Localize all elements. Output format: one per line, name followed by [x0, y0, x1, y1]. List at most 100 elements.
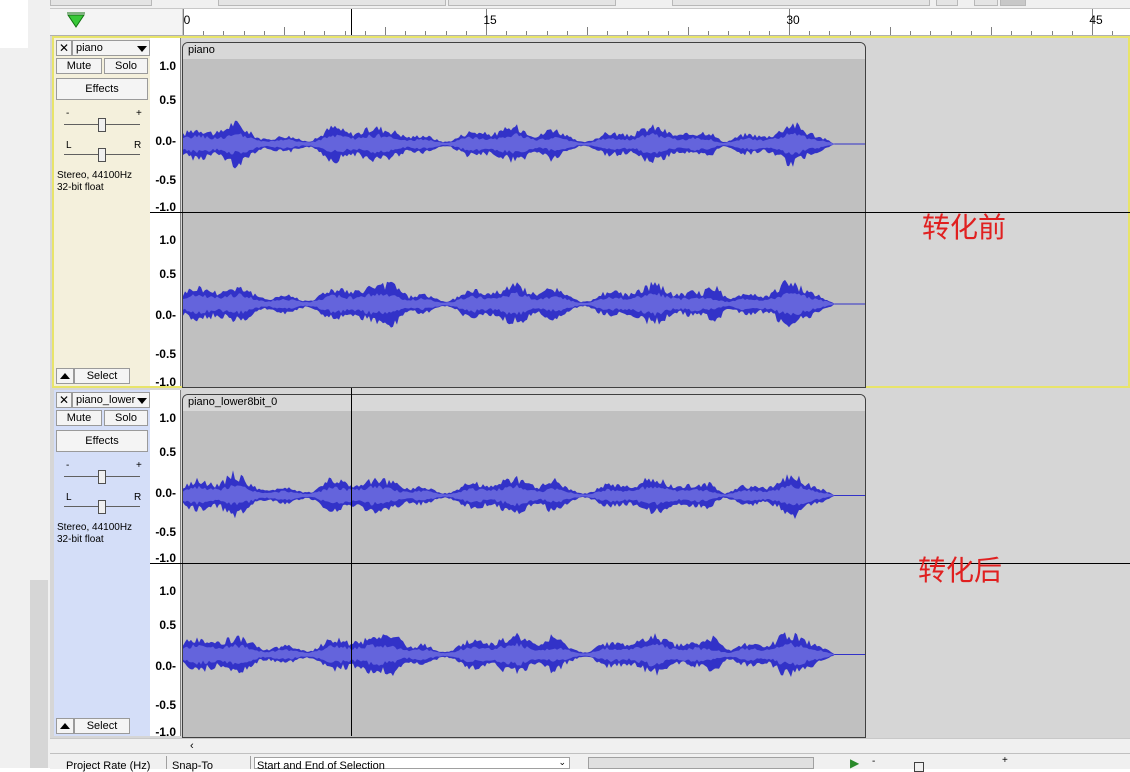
gain-slider[interactable]	[64, 470, 140, 484]
scale-label: 0.0-	[155, 486, 176, 500]
clip-title[interactable]: piano	[183, 43, 865, 59]
toolbar-field[interactable]	[50, 0, 152, 6]
ruler-tick	[809, 31, 811, 35]
track-bitdepth-info: 32-bit float	[57, 182, 104, 193]
scale-label: 0.5	[159, 93, 176, 107]
solo-button[interactable]: Solo	[104, 410, 148, 426]
horizontal-scrollbar[interactable]: ‹	[50, 738, 1130, 753]
scroll-left-arrow-icon[interactable]: ‹	[190, 740, 194, 752]
close-icon[interactable]: ✕	[56, 392, 72, 408]
scale-label: 1.0	[159, 584, 176, 598]
selection-format-select[interactable]: Start and End of Selection ⌄	[254, 757, 570, 772]
ruler-tick	[1071, 31, 1073, 35]
ruler-tick	[1112, 31, 1114, 35]
track-control-panel[interactable]: ✕ piano Mute Solo Effects - + L R Stereo…	[54, 38, 151, 386]
ruler-tick	[890, 27, 891, 35]
ruler-tick	[688, 27, 689, 35]
scale-label: 1.0	[159, 59, 176, 73]
ruler-tick	[566, 31, 568, 35]
ruler-tick	[445, 31, 447, 35]
separator	[250, 756, 251, 769]
waveform-channel[interactable]	[183, 59, 866, 217]
ruler-tick	[223, 31, 225, 35]
waveform-channel[interactable]	[183, 411, 866, 568]
ruler-tick	[728, 31, 730, 35]
scale-label: 0.5	[159, 267, 176, 281]
track-area: ✕ piano Mute Solo Effects - + L R Stereo…	[50, 36, 1130, 739]
track-rate-info: Stereo, 44100Hz	[57, 170, 133, 181]
scale-label: 1.0	[159, 233, 176, 247]
collapse-track-icon[interactable]	[56, 718, 74, 734]
ruler-tick	[950, 31, 952, 35]
track-control-panel[interactable]: ✕ piano_lower Mute Solo Effects - + L R …	[54, 390, 151, 736]
track-name-label: piano	[76, 42, 103, 54]
track-rate-info: Stereo, 44100Hz	[57, 522, 133, 533]
ruler-tick	[930, 31, 932, 35]
ruler-label: 15	[483, 13, 497, 27]
annotation-before: 转化前	[922, 211, 1007, 244]
ruler-tick	[667, 31, 669, 35]
ruler-tick	[991, 27, 992, 35]
toolbar-button[interactable]	[1000, 0, 1026, 6]
chevron-down-icon	[137, 398, 147, 404]
ruler-label: 0	[183, 13, 191, 27]
pan-slider[interactable]	[64, 500, 140, 514]
toolbar-field[interactable]	[448, 0, 616, 6]
ruler-label: 45	[1089, 13, 1103, 27]
gain-slider-knob[interactable]	[98, 118, 106, 132]
waveform-channel[interactable]	[183, 568, 866, 738]
scale-label: 0.0-	[155, 134, 176, 148]
waveform-channel[interactable]	[183, 217, 866, 388]
track-bitdepth-info: 32-bit float	[57, 534, 104, 545]
start-end-label: Start and End of Selection	[257, 760, 385, 772]
ruler-tick	[405, 31, 407, 35]
effects-button[interactable]: Effects	[56, 78, 148, 100]
snap-to-label: Snap-To	[172, 760, 213, 772]
audio-clip[interactable]: piano_lower8bit_0	[182, 394, 866, 738]
select-button[interactable]: Select	[74, 368, 130, 384]
pan-slider[interactable]	[64, 148, 140, 162]
toolbar-button[interactable]	[974, 0, 998, 6]
ruler-tick	[970, 31, 972, 35]
ruler-tick	[910, 31, 912, 35]
ruler-tick	[385, 27, 386, 35]
time-field[interactable]	[588, 757, 814, 769]
chevron-down-icon: ⌄	[558, 757, 566, 767]
mute-button[interactable]: Mute	[56, 58, 102, 74]
clip-title[interactable]: piano_lower8bit_0	[183, 395, 865, 411]
select-button[interactable]: Select	[74, 718, 130, 734]
gain-slider-knob[interactable]	[98, 470, 106, 484]
scale-label: 0.5	[159, 618, 176, 632]
speed-plus-label: +	[1002, 755, 1008, 766]
audio-clip[interactable]: piano	[182, 42, 866, 388]
chevron-down-icon	[137, 46, 147, 52]
mute-button[interactable]: Mute	[56, 410, 102, 426]
scale-label: -0.5	[155, 525, 176, 539]
speed-slider-knob[interactable]	[914, 762, 924, 772]
ruler-tick	[607, 31, 609, 35]
scale-label: -1.0	[155, 375, 176, 389]
speed-minus-label: -	[872, 756, 876, 767]
pan-slider-knob[interactable]	[98, 148, 106, 162]
effects-button[interactable]: Effects	[56, 430, 148, 452]
track-format-info: Stereo, 44100Hz 32-bit float	[57, 522, 132, 546]
top-toolbar	[50, 0, 1130, 9]
toolbar-button[interactable]	[936, 0, 958, 6]
track-name-menu[interactable]: piano	[72, 40, 150, 56]
ruler-tick	[1031, 31, 1033, 35]
scale-label: -0.5	[155, 698, 176, 712]
ruler-tick	[768, 31, 770, 35]
solo-button[interactable]: Solo	[104, 58, 148, 74]
pan-slider-knob[interactable]	[98, 500, 106, 514]
timeline-ruler[interactable]: 0 15 30 45	[50, 9, 1130, 36]
ruler-tick	[203, 31, 205, 35]
gain-slider[interactable]	[64, 118, 140, 132]
track-name-bar: ✕ piano_lower	[54, 392, 150, 408]
track-name-menu[interactable]: piano_lower	[72, 392, 150, 408]
toolbar-field[interactable]	[672, 0, 930, 6]
ruler-tick	[506, 31, 508, 35]
annotation-after: 转化后	[918, 554, 1003, 587]
close-icon[interactable]: ✕	[56, 40, 72, 56]
toolbar-field[interactable]	[218, 0, 446, 6]
collapse-track-icon[interactable]	[56, 368, 74, 384]
